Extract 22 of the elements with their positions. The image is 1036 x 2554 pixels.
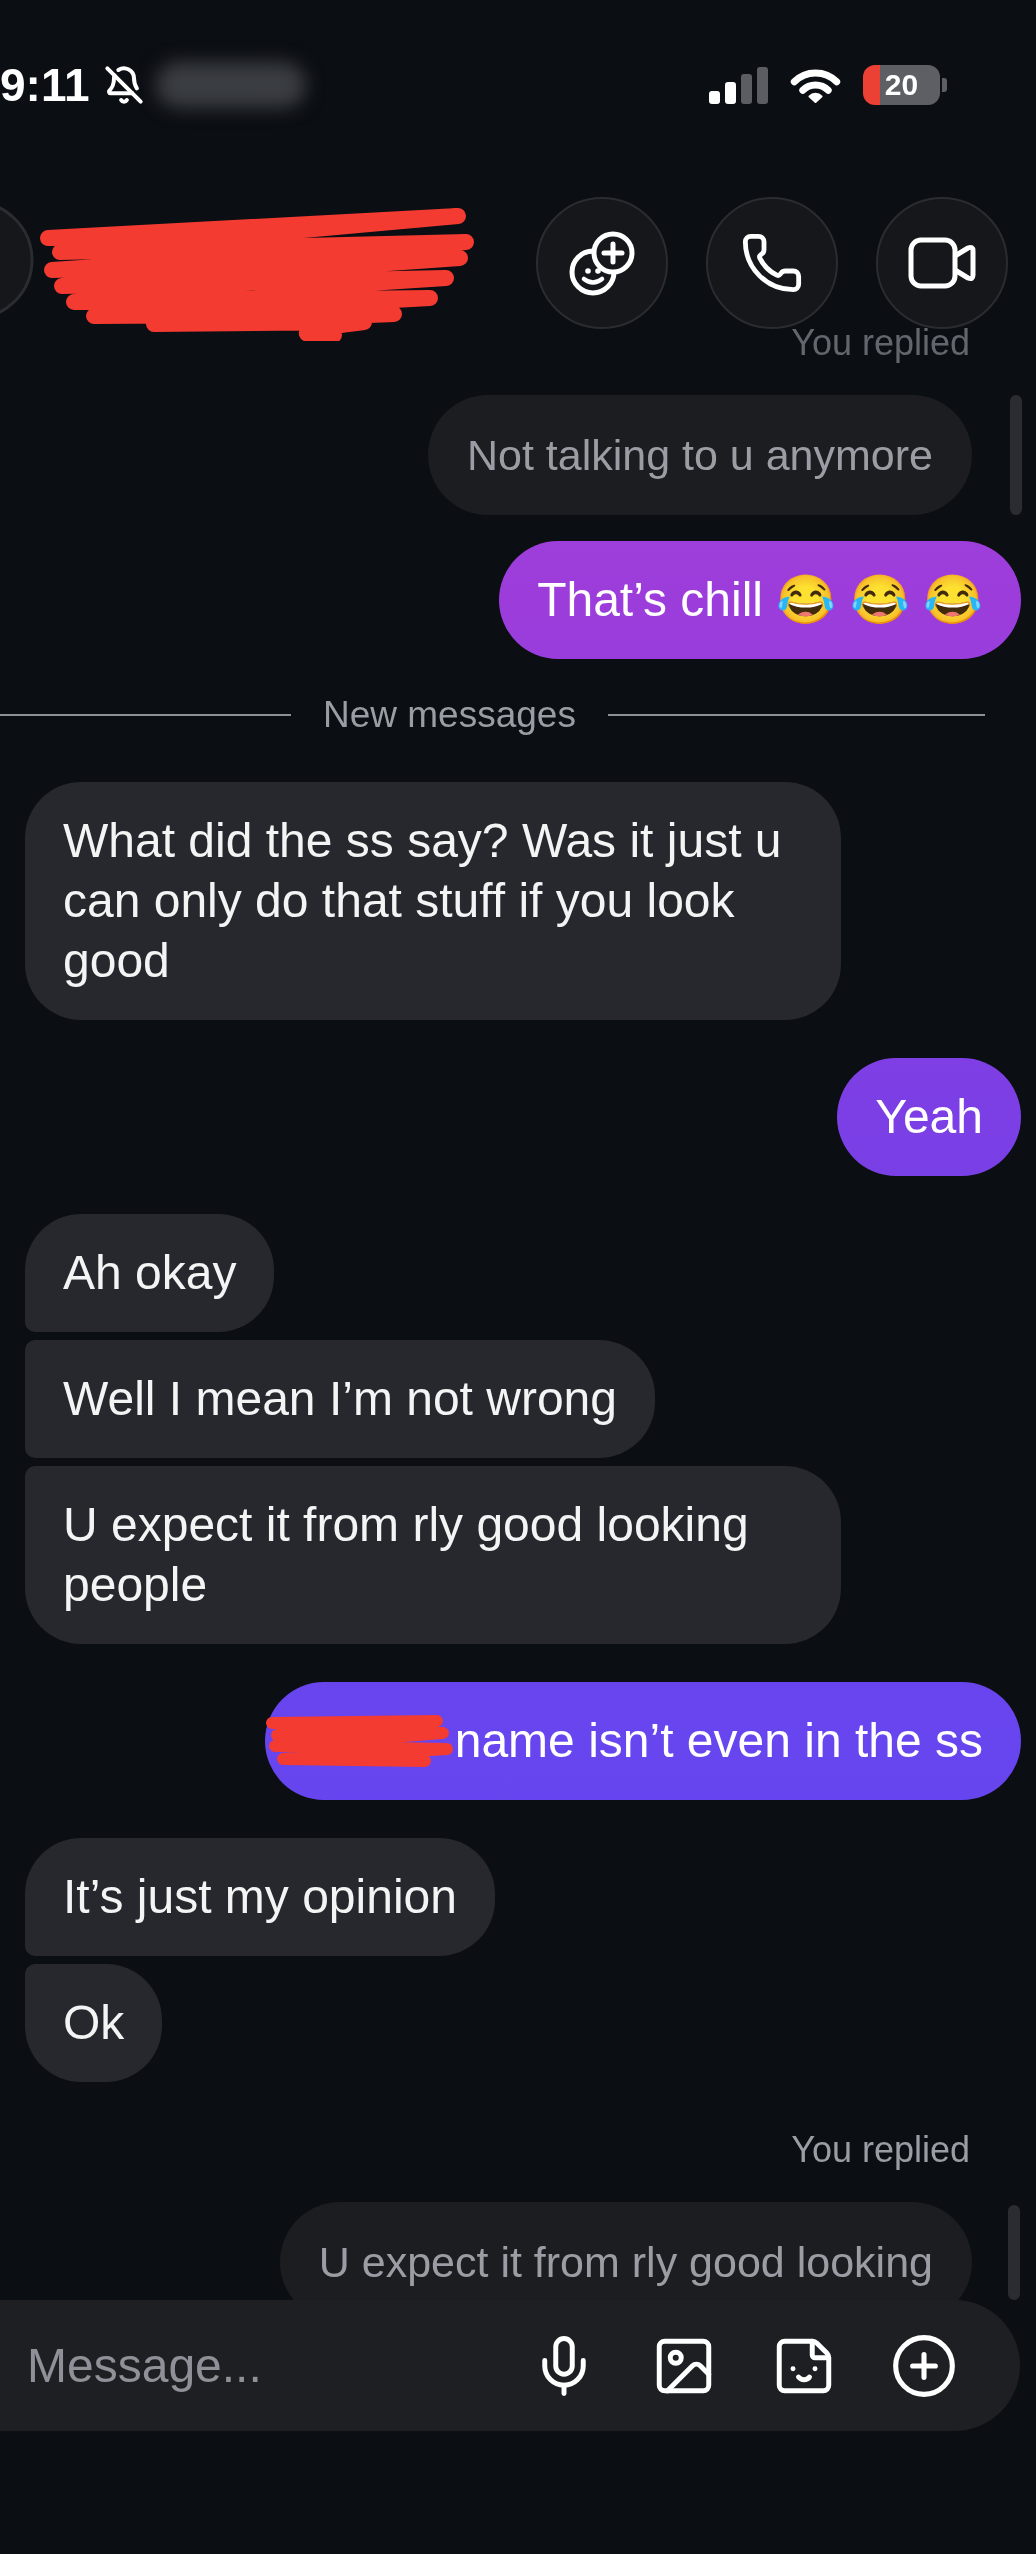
message-input[interactable]: Message... (0, 2329, 530, 2402)
battery-percentage: 20 (884, 70, 919, 100)
battery-tip (942, 78, 947, 92)
quoted-message: Not talking to u anymore (427, 395, 972, 515)
message-bubble: U expect it from rly good looking people (25, 1466, 841, 1644)
message-bubble: Yeah (837, 1058, 1021, 1176)
divider-label: New messages (322, 695, 577, 735)
message-bubble: Ah okay (25, 1214, 275, 1332)
message-bubble: Ok (25, 1964, 163, 2082)
status-time: 9:11 (0, 62, 90, 108)
message-bubble: It’s just my opinion (25, 1838, 495, 1956)
reply-label: You replied (791, 323, 970, 363)
reply-label: You replied (791, 2130, 970, 2170)
message-bubble: What did the ss say? Was it just u can only do that stuff if you look good (25, 782, 841, 1020)
composer-bar[interactable]: Message... (0, 2300, 1020, 2431)
quoted-message: U expect it from rly good looking (279, 2202, 972, 2300)
message-bubble: That’s chill 😂 😂 😂 (499, 541, 1021, 659)
phone-icon (740, 231, 804, 295)
message-text: name isn’t even in the ss (454, 1713, 983, 1769)
message-bubble: Well I mean I’m not wrong (25, 1340, 655, 1458)
signal-icon (709, 66, 768, 104)
wifi-icon (790, 67, 841, 103)
